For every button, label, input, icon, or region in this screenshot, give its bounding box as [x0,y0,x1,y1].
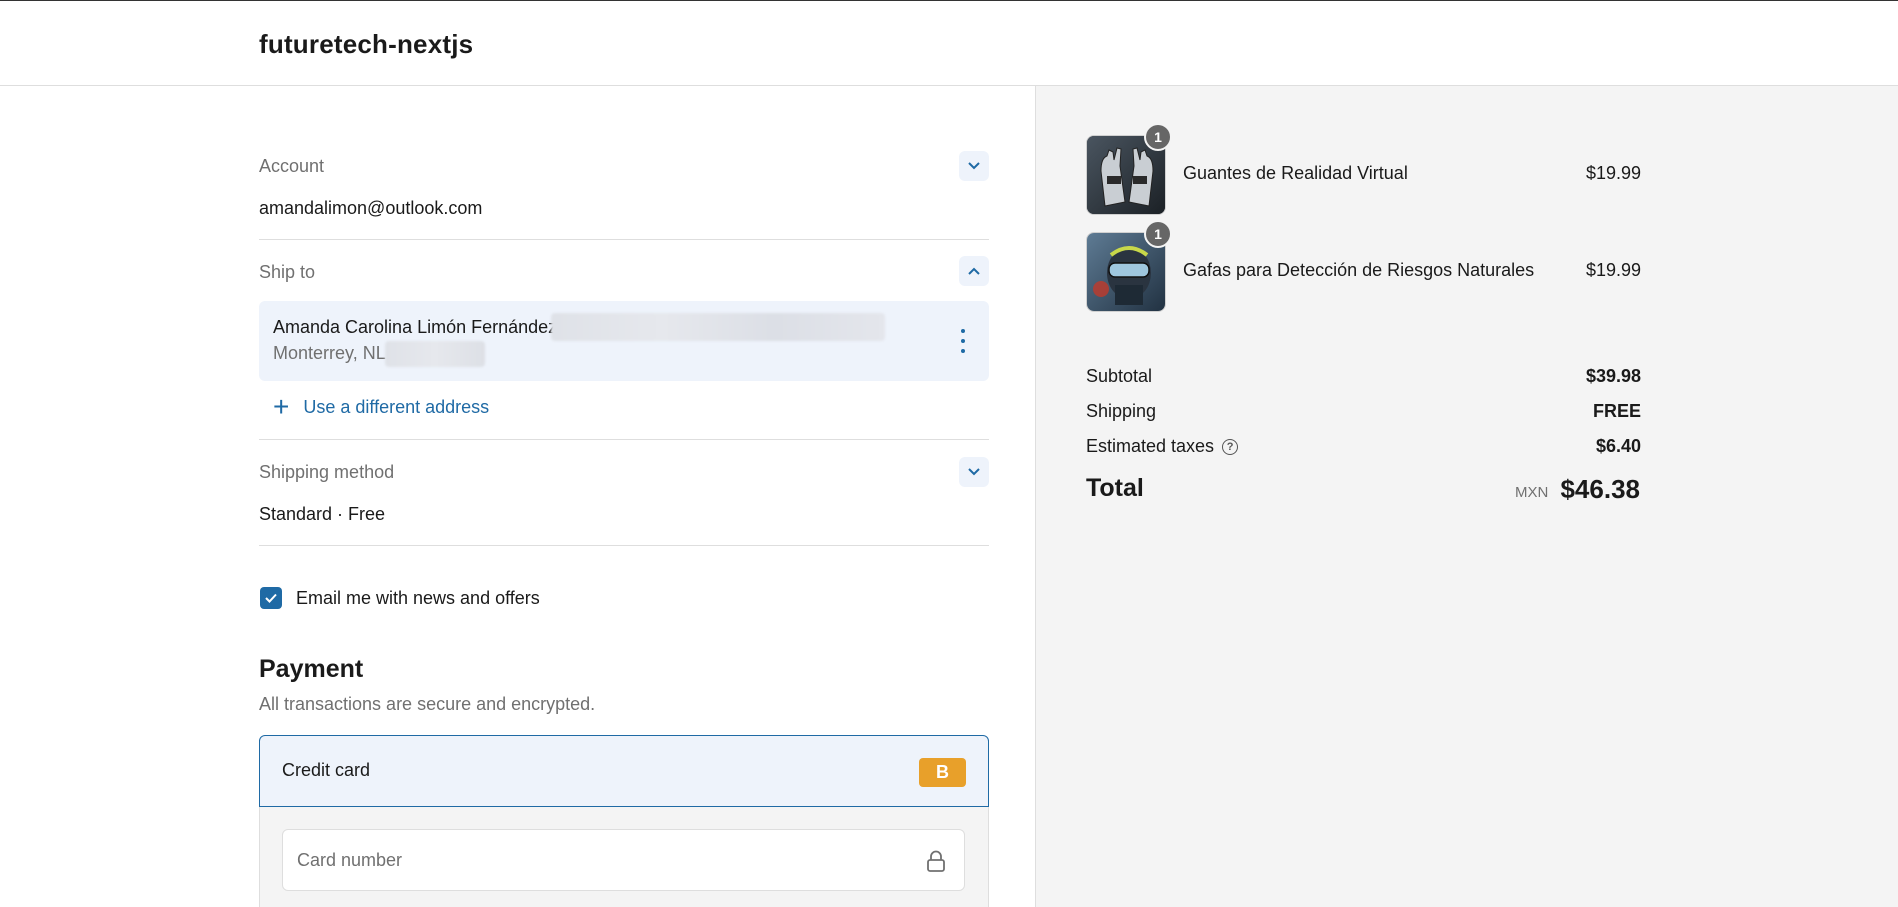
card-number-input[interactable] [283,830,903,890]
use-different-address-label: Use a different address [303,396,490,417]
more-options-icon[interactable] [953,329,973,353]
redacted-postal-code [385,341,485,367]
payment-title: Payment [259,655,364,683]
order-summary-panel: 1 Guantes de Realidad Virtual $19.99 1 G… [1035,86,1898,907]
selected-address[interactable]: Amanda Carolina Limón Fernández, Monterr… [259,301,989,381]
shipping-label: Shipping [1086,401,1157,421]
total-value: $46.38 [1560,474,1640,504]
newsletter-checkbox-row[interactable]: Email me with news and offers [260,587,540,609]
address-city: Monterrey, NL, [273,343,391,363]
ship-to-toggle-button[interactable] [959,256,989,286]
subtotal-label: Subtotal [1086,366,1153,386]
card-details-panel [259,807,989,907]
subtotal-value: $39.98 [1585,366,1641,386]
lock-icon [927,850,945,872]
account-label: Account [259,156,325,176]
redacted-address [551,313,885,341]
shipping-method-value: Standard · Free [259,504,386,524]
newsletter-checkbox[interactable] [260,587,282,609]
header: futuretech-nextjs [0,1,1898,86]
help-icon[interactable]: ? [1222,438,1239,455]
ship-to-label: Ship to [259,262,316,282]
credit-card-option[interactable]: Credit card B [259,735,989,807]
item-name: Guantes de Realidad Virtual [1183,163,1408,183]
payment-subtitle: All transactions are secure and encrypte… [259,694,596,714]
chevron-up-icon [968,267,980,275]
cart-item: 1 Guantes de Realidad Virtual $19.99 [1086,123,1641,215]
subtotal-row: Subtotal $39.98 [1086,366,1641,390]
account-email: amandalimon@outlook.com [259,198,483,218]
taxes-label-wrap: Estimated taxes ? [1086,436,1239,457]
plus-icon: + [273,391,290,422]
item-price: $19.99 [1585,260,1641,280]
quantity-badge: 1 [1144,123,1172,151]
store-name[interactable]: futuretech-nextjs [259,29,473,60]
item-price: $19.99 [1585,163,1641,183]
shipping-value: FREE [1592,401,1641,421]
address-name: Amanda Carolina Limón Fernández, [273,317,563,337]
divider [259,439,989,440]
quantity-badge: 1 [1144,220,1172,248]
shipping-method-toggle-button[interactable] [959,457,989,487]
credit-card-label: Credit card [282,760,371,780]
card-number-field-wrap [282,829,965,891]
divider [259,545,989,546]
newsletter-label: Email me with news and offers [296,587,540,608]
shipping-method-label: Shipping method [259,462,395,482]
account-toggle-button[interactable] [959,151,989,181]
divider [259,239,989,240]
currency-code: MXN [1515,484,1549,501]
use-different-address-button[interactable]: + Use a different address [273,391,490,422]
item-name: Gafas para Detección de Riesgos Naturale… [1183,260,1535,280]
chevron-down-icon [968,162,980,170]
chevron-down-icon [968,468,980,476]
card-brand-badge: B [919,758,966,787]
cart-item: 1 Gafas para Detección de Riesgos Natura… [1086,220,1641,312]
taxes-value: $6.40 [1595,436,1641,456]
taxes-row: Estimated taxes ? $6.40 [1086,436,1641,460]
shipping-row: Shipping FREE [1086,401,1641,425]
total-label: Total [1086,474,1144,502]
checkmark-icon [265,593,277,603]
taxes-label: Estimated taxes [1086,436,1215,456]
